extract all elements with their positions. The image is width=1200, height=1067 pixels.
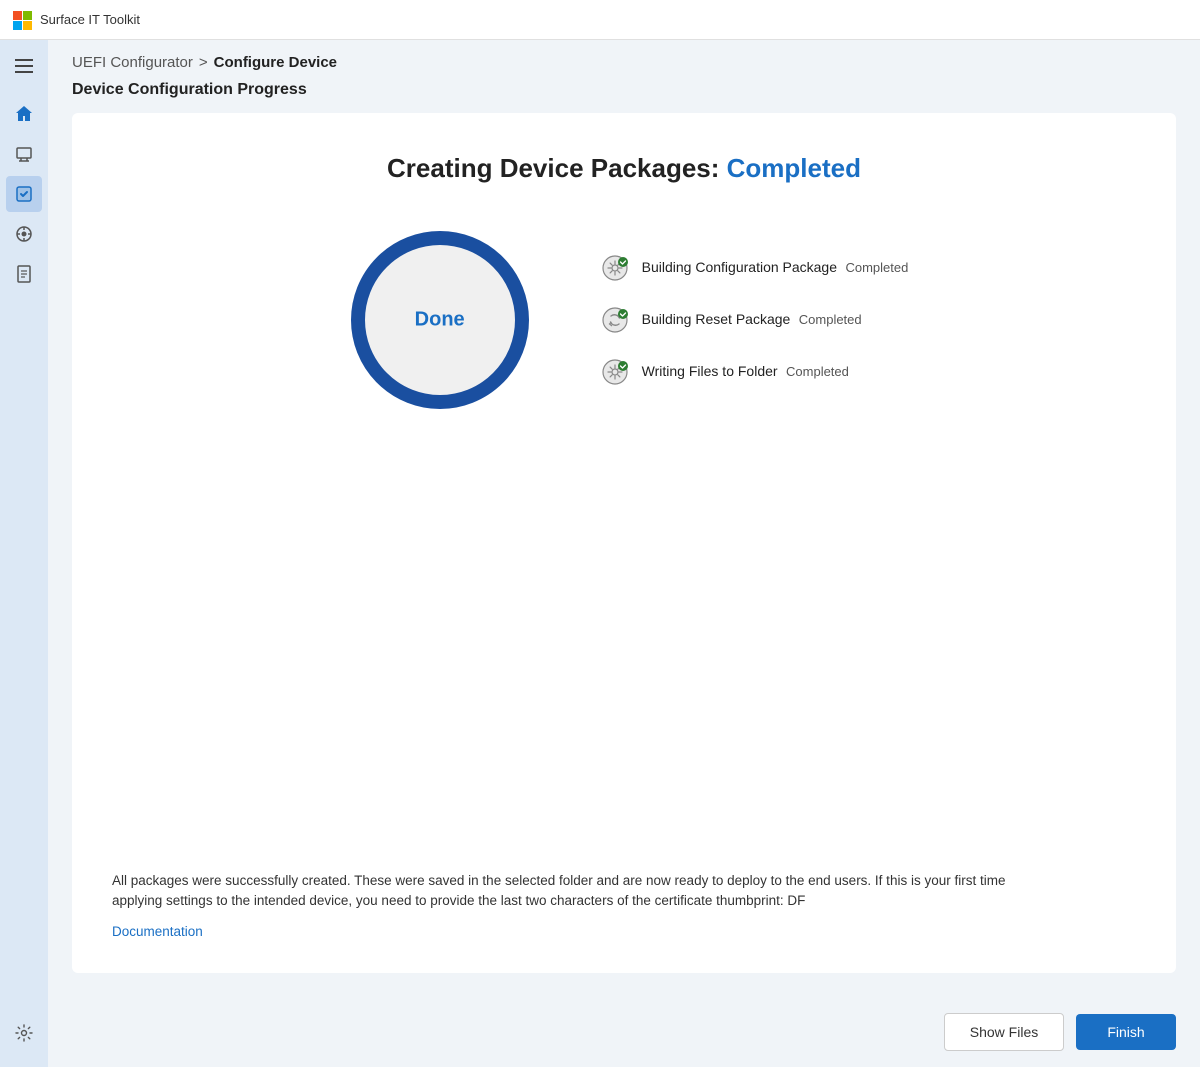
app-title: Surface IT Toolkit [40, 12, 140, 27]
page-title: Device Configuration Progress [72, 81, 1176, 99]
step-status-2: Completed [799, 312, 862, 327]
menu-button[interactable] [6, 48, 42, 84]
sidebar [0, 40, 48, 1067]
circle-label: Done [415, 309, 465, 332]
heading-status: Completed [727, 153, 861, 183]
settings-icon [14, 1023, 34, 1043]
app-logo [12, 10, 32, 30]
main-panel: Device Configuration Progress Creating D… [48, 81, 1200, 997]
heading-prefix: Creating Device Packages: [387, 153, 727, 183]
finish-button[interactable]: Finish [1076, 1014, 1176, 1050]
sidebar-item-reports[interactable] [6, 256, 42, 292]
card-bottom: All packages were successfully created. … [112, 871, 1136, 942]
step-item-3: Writing Files to Folder Completed [600, 357, 909, 387]
breadcrumb-parent[interactable]: UEFI Configurator [72, 54, 193, 71]
step-text-1: Building Configuration Package Completed [642, 259, 909, 277]
step-label-3: Writing Files to Folder [642, 363, 778, 379]
step-text-3: Writing Files to Folder Completed [642, 363, 849, 381]
documentation-link[interactable]: Documentation [112, 924, 203, 939]
step-icon-2 [600, 305, 630, 335]
step-item-2: Building Reset Package Completed [600, 305, 909, 335]
step-status-3: Completed [786, 364, 849, 379]
gear-check-icon-2 [601, 306, 629, 334]
reports-icon [14, 264, 34, 284]
progress-circle-container: Done [340, 220, 540, 420]
sidebar-item-uefi[interactable] [6, 176, 42, 212]
uefi-icon [14, 184, 34, 204]
sidebar-item-drivers[interactable] [6, 216, 42, 252]
sidebar-item-settings[interactable] [6, 1015, 42, 1051]
step-item: Building Configuration Package Completed [600, 253, 909, 283]
devices-icon [14, 144, 34, 164]
step-label-1: Building Configuration Package [642, 259, 837, 275]
gear-check-icon-1 [601, 254, 629, 282]
sidebar-item-devices[interactable] [6, 136, 42, 172]
description-text: All packages were successfully created. … [112, 871, 1052, 912]
card-heading: Creating Device Packages: Completed [112, 153, 1136, 184]
step-label-2: Building Reset Package [642, 311, 791, 327]
step-text-2: Building Reset Package Completed [642, 311, 862, 329]
sidebar-bottom [6, 1015, 42, 1059]
progress-card: Creating Device Packages: Completed [72, 113, 1176, 973]
titlebar: Surface IT Toolkit [0, 0, 1200, 40]
progress-area: Done [112, 220, 1136, 420]
breadcrumb-current: Configure Device [214, 54, 337, 71]
gear-check-icon-3 [601, 358, 629, 386]
step-status-1: Completed [845, 260, 908, 275]
content-area: UEFI Configurator > Configure Device Dev… [48, 40, 1200, 1067]
steps-list: Building Configuration Package Completed [600, 253, 909, 387]
sidebar-item-home[interactable] [6, 96, 42, 132]
footer: Show Files Finish [48, 997, 1200, 1067]
breadcrumb: UEFI Configurator > Configure Device [48, 40, 1200, 81]
step-icon-1 [600, 253, 630, 283]
home-icon [14, 104, 34, 124]
card-content: Creating Device Packages: Completed [112, 153, 1136, 941]
sidebar-nav [0, 96, 48, 292]
drivers-icon [14, 224, 34, 244]
show-files-button[interactable]: Show Files [944, 1013, 1064, 1051]
step-icon-3 [600, 357, 630, 387]
breadcrumb-separator: > [199, 54, 208, 71]
